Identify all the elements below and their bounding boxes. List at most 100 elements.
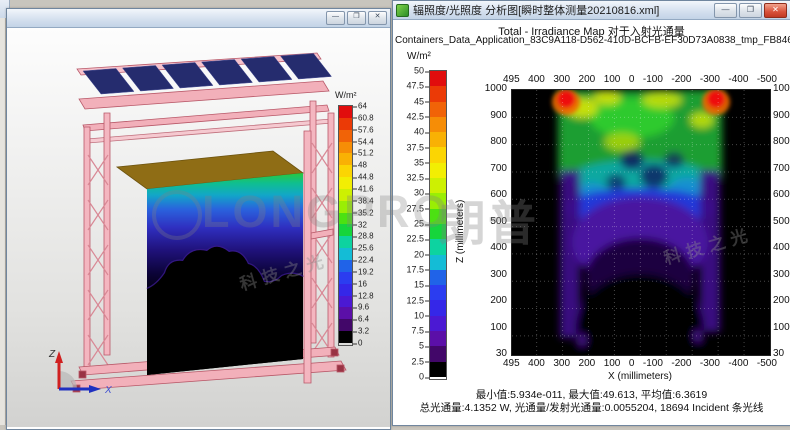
colorbar-tick: 35.2 — [358, 208, 374, 217]
colorbar-tick: 41.6 — [358, 184, 374, 193]
close-button[interactable]: ✕ — [368, 11, 387, 25]
axis-tick-label: 200 — [579, 358, 596, 369]
colorbar-segment — [339, 331, 352, 343]
colorbar-segment — [430, 163, 446, 178]
colorbar-segment — [339, 201, 352, 213]
colorbar-segment — [339, 213, 352, 225]
colorbar-segment — [339, 142, 352, 154]
colorbar-segment — [339, 165, 352, 177]
z-axis-ticks-left: 100090080070060050040030020010030 — [475, 83, 507, 360]
right-window-title: 辐照度/光照度 分析图[瞬时整体测量20210816.xml] — [413, 2, 714, 18]
3d-scene[interactable]: Z X — [21, 36, 361, 398]
colorbar-tick: 25.6 — [358, 244, 374, 253]
colorbar-tick: 7.5 — [411, 327, 424, 336]
close-button[interactable]: ✕ — [764, 3, 787, 18]
axis-tick-label: 300 — [553, 358, 570, 369]
axis-tick-label: 500 — [490, 216, 507, 228]
colorbar-tick: 6.4 — [358, 315, 369, 324]
colorbar-segment — [430, 147, 446, 162]
colorbar-segment — [339, 153, 352, 165]
colorbar-tick: 2.5 — [411, 357, 424, 366]
right-colorbar: 5047.54542.54037.53532.53027.52522.52017… — [429, 70, 447, 380]
z-axis-label: Z (millimeters) — [455, 200, 466, 263]
colorbar-segment — [430, 270, 446, 285]
3d-viewport[interactable]: Z X W/m² 6460.857.654.451.24844.841.638.… — [7, 28, 390, 427]
colorbar-segment — [339, 260, 352, 272]
colorbar-tick: 57.6 — [358, 125, 374, 134]
z-arrow — [55, 351, 63, 363]
axis-tick-label: 600 — [490, 189, 507, 201]
axis-tick-label: 900 — [490, 110, 507, 122]
right-window-titlebar[interactable]: 辐照度/光照度 分析图[瞬时整体测量20210816.xml] — ❐ ✕ — [393, 1, 790, 20]
colorbar-segment — [339, 307, 352, 319]
map-content: Total - Irradiance Map 对于入射光通量 Container… — [393, 20, 790, 425]
colorbar-tick: 54.4 — [358, 137, 374, 146]
colorbar-tick: 15 — [414, 281, 424, 290]
colorbar-segment — [430, 132, 446, 147]
colorbar-segment — [339, 236, 352, 248]
colorbar-tick: 32.5 — [406, 174, 424, 183]
colorbar-tick: 12.5 — [406, 296, 424, 305]
colorbar-tick: 50 — [414, 67, 424, 76]
irradiance-heatmap — [512, 90, 770, 355]
axis-tick-label: 1000 — [773, 83, 790, 95]
colorbar-tick: 44.8 — [358, 173, 374, 182]
minimize-button[interactable]: — — [714, 3, 737, 18]
axis-tick-label: 100 — [604, 358, 621, 369]
colorbar-tick: 37.5 — [406, 143, 424, 152]
axis-tick-label: 300 — [553, 74, 570, 85]
colorbar-segment — [430, 255, 446, 270]
window-icon — [396, 4, 409, 17]
colorbar-tick: 48 — [358, 161, 367, 170]
colorbar-tick: 27.5 — [406, 204, 424, 213]
colorbar-tick: 3.2 — [358, 327, 369, 336]
colorbar-segment — [430, 102, 446, 117]
test-box — [117, 151, 303, 375]
maximize-button[interactable]: ❐ — [347, 11, 366, 25]
colorbar-segment — [430, 86, 446, 101]
colorbar-segment — [430, 239, 446, 254]
axis-tick-label: -100 — [643, 358, 663, 369]
left-window-titlebar[interactable]: — ❐ ✕ — [7, 9, 390, 28]
irradiance-map-window: 辐照度/光照度 分析图[瞬时整体测量20210816.xml] — ❐ ✕ To… — [392, 0, 790, 426]
colorbar-tick: 32 — [358, 220, 367, 229]
colorbar-segment — [339, 177, 352, 189]
axis-tick-label: 900 — [773, 110, 790, 122]
stats-line-2: 总光通量:4.1352 W, 光通量/发射光通量:0.0055204, 1869… — [393, 400, 790, 415]
colorbar-segment — [339, 106, 352, 118]
colorbar-tick: 51.2 — [358, 149, 374, 158]
heatmap-plot-area[interactable] — [511, 89, 771, 356]
axis-tick-label: -400 — [728, 74, 748, 85]
axis-tick-label: 30 — [773, 348, 790, 360]
axis-tick-label: 700 — [490, 163, 507, 175]
colorbar-tick: 10 — [414, 311, 424, 320]
axis-tick-label: 30 — [496, 348, 507, 360]
minimize-button[interactable]: — — [326, 11, 345, 25]
colorbar-tick: 45 — [414, 97, 424, 106]
maximize-button[interactable]: ❐ — [739, 3, 762, 18]
colorbar-tick: 47.5 — [406, 82, 424, 91]
axis-tick-label: -100 — [643, 74, 663, 85]
colorbar-tick: 0 — [358, 339, 362, 348]
axis-tick-label: -200 — [671, 358, 691, 369]
colorbar-segment — [430, 331, 446, 346]
colorbar-segment — [430, 193, 446, 208]
axis-tick-label: 500 — [773, 216, 790, 228]
colorbar-segment — [430, 362, 446, 377]
colorbar-segment — [430, 71, 446, 86]
colorbar-tick: 17.5 — [406, 265, 424, 274]
triad-x-label: X — [104, 385, 112, 396]
axis-tick-label: -300 — [700, 74, 720, 85]
axis-tick-label: 400 — [773, 242, 790, 254]
axis-tick-label: 0 — [629, 358, 635, 369]
axis-tick-label: 0 — [629, 74, 635, 85]
colorbar-segment — [339, 189, 352, 201]
colorbar-segment — [339, 224, 352, 236]
axis-tick-label: 100 — [604, 74, 621, 85]
colorbar-tick: 22.5 — [406, 235, 424, 244]
colorbar-tick: 9.6 — [358, 303, 369, 312]
colorbar-segment — [430, 346, 446, 361]
colorbar-tick: 30 — [414, 189, 424, 198]
colorbar-tick: 25 — [414, 220, 424, 229]
axis-tick-label: -400 — [728, 358, 748, 369]
